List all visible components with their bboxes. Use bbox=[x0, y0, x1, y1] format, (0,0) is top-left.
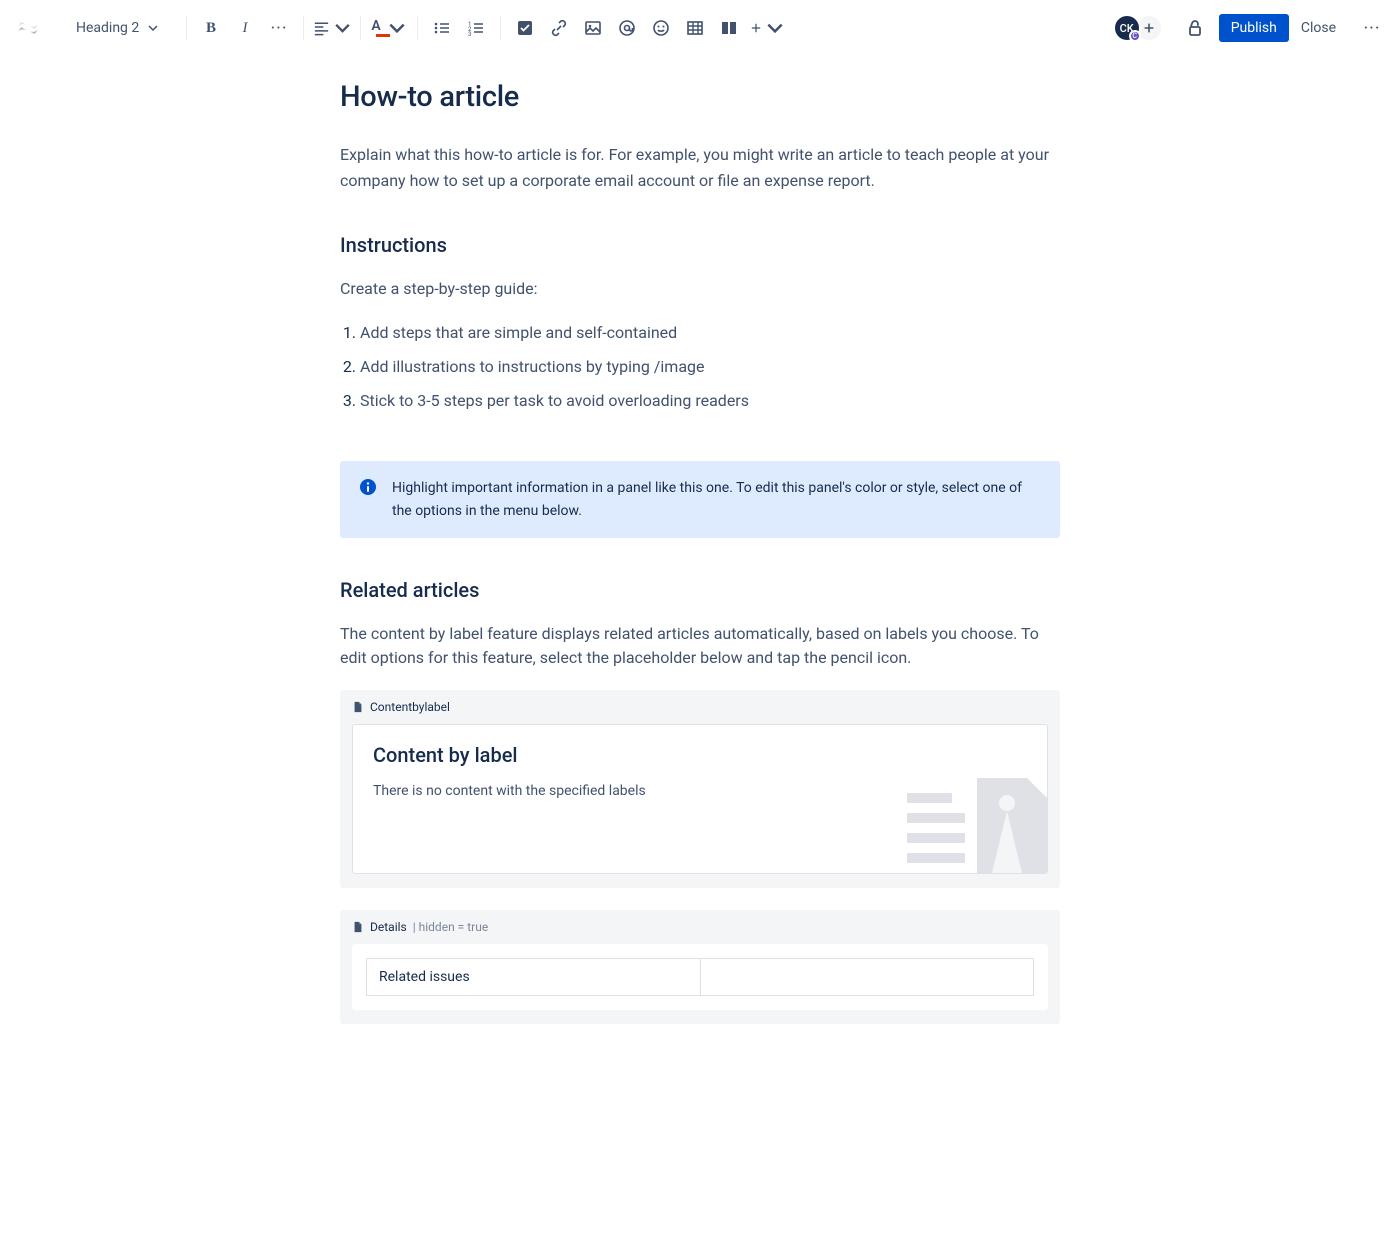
details-table[interactable]: Related issues bbox=[366, 958, 1034, 996]
numbered-list-button[interactable]: 123 bbox=[460, 12, 492, 44]
align-dropdown[interactable] bbox=[312, 12, 352, 44]
macro-header: Details | hidden = true bbox=[352, 920, 1048, 934]
macro-name: Contentbylabel bbox=[370, 700, 450, 714]
unlock-icon bbox=[1185, 18, 1205, 38]
content-by-label-macro[interactable]: Contentbylabel Content by label There is… bbox=[340, 690, 1060, 888]
link-button[interactable] bbox=[543, 12, 575, 44]
italic-icon: I bbox=[243, 20, 248, 37]
more-formatting-button[interactable]: ··· bbox=[263, 12, 295, 44]
more-horizontal-icon: ··· bbox=[1363, 18, 1380, 39]
layout-icon bbox=[719, 18, 739, 38]
document-icon bbox=[352, 701, 364, 713]
at-icon bbox=[617, 18, 637, 38]
list-item: Add steps that are simple and self-conta… bbox=[360, 321, 1060, 345]
svg-text:3: 3 bbox=[468, 31, 471, 38]
close-button[interactable]: Close bbox=[1289, 14, 1348, 42]
text-style-dropdown[interactable]: Heading 2 bbox=[68, 16, 178, 40]
action-item-button[interactable] bbox=[509, 12, 541, 44]
bullet-list-button[interactable] bbox=[426, 12, 458, 44]
user-avatar[interactable]: CK C bbox=[1113, 14, 1141, 42]
macro-body: Content by label There is no content wit… bbox=[352, 724, 1048, 874]
table-icon bbox=[685, 18, 705, 38]
image-icon bbox=[583, 18, 603, 38]
bold-icon: B bbox=[206, 20, 216, 37]
editor-content[interactable]: How-to article Explain what this how-to … bbox=[320, 56, 1080, 1106]
instructions-heading: Instructions bbox=[340, 233, 1060, 257]
bullet-list-icon bbox=[432, 18, 452, 38]
layouts-button[interactable] bbox=[713, 12, 745, 44]
instructions-lead: Create a step-by-step guide: bbox=[340, 277, 1060, 301]
avatar-badge: C bbox=[1129, 30, 1141, 42]
macro-placeholder-art bbox=[907, 763, 1047, 873]
info-panel-text: Highlight important information in a pan… bbox=[392, 477, 1042, 522]
insert-dropdown[interactable] bbox=[747, 12, 787, 44]
bold-button[interactable]: B bbox=[195, 12, 227, 44]
macro-meta: | hidden = true bbox=[413, 920, 488, 934]
toolbar-divider bbox=[360, 16, 361, 40]
image-button[interactable] bbox=[577, 12, 609, 44]
more-actions-button[interactable]: ··· bbox=[1356, 12, 1388, 44]
info-panel[interactable]: Highlight important information in a pan… bbox=[340, 461, 1060, 538]
list-item: Stick to 3-5 steps per task to avoid ove… bbox=[360, 389, 1060, 413]
chevron-down-icon bbox=[333, 18, 352, 38]
checkbox-icon bbox=[515, 18, 535, 38]
align-left-icon bbox=[312, 18, 331, 38]
macro-body: Related issues bbox=[352, 944, 1048, 1010]
related-heading: Related articles bbox=[340, 578, 1060, 602]
italic-button[interactable]: I bbox=[229, 12, 261, 44]
table-button[interactable] bbox=[679, 12, 711, 44]
details-macro[interactable]: Details | hidden = true Related issues bbox=[340, 910, 1060, 1024]
plus-icon bbox=[749, 18, 763, 38]
table-row: Related issues bbox=[367, 958, 1034, 995]
list-item: Add illustrations to instructions by typ… bbox=[360, 355, 1060, 379]
more-horizontal-icon: ··· bbox=[270, 18, 287, 39]
editor-toolbar: Heading 2 B I ··· A 123 bbox=[0, 0, 1400, 56]
info-icon bbox=[358, 477, 378, 497]
table-cell-value[interactable] bbox=[700, 958, 1034, 995]
emoji-icon bbox=[651, 18, 671, 38]
chevron-down-icon bbox=[147, 22, 159, 34]
text-color-icon: A bbox=[371, 18, 380, 34]
instructions-list: Add steps that are simple and self-conta… bbox=[360, 321, 1060, 413]
link-icon bbox=[549, 18, 569, 38]
confluence-logo bbox=[12, 12, 44, 44]
macro-name: Details bbox=[370, 920, 407, 934]
table-cell-label[interactable]: Related issues bbox=[367, 958, 701, 995]
publish-button[interactable]: Publish bbox=[1219, 14, 1289, 42]
page-title: How-to article bbox=[340, 80, 1060, 114]
avatar-group: CK C bbox=[1113, 14, 1163, 42]
page-intro: Explain what this how-to article is for.… bbox=[340, 142, 1060, 193]
macro-header: Contentbylabel bbox=[352, 700, 1048, 714]
numbered-list-icon: 123 bbox=[466, 18, 486, 38]
chevron-down-icon bbox=[765, 18, 785, 38]
document-icon bbox=[352, 921, 364, 933]
toolbar-divider bbox=[186, 16, 187, 40]
text-color-dropdown[interactable]: A bbox=[369, 12, 409, 44]
emoji-button[interactable] bbox=[645, 12, 677, 44]
text-color-swatch bbox=[376, 34, 390, 37]
restrictions-button[interactable] bbox=[1179, 12, 1211, 44]
text-style-label: Heading 2 bbox=[76, 20, 139, 36]
related-description: The content by label feature displays re… bbox=[340, 622, 1060, 670]
toolbar-divider bbox=[417, 16, 418, 40]
mention-button[interactable] bbox=[611, 12, 643, 44]
plus-icon bbox=[1142, 21, 1156, 35]
toolbar-divider bbox=[500, 16, 501, 40]
toolbar-divider bbox=[303, 16, 304, 40]
